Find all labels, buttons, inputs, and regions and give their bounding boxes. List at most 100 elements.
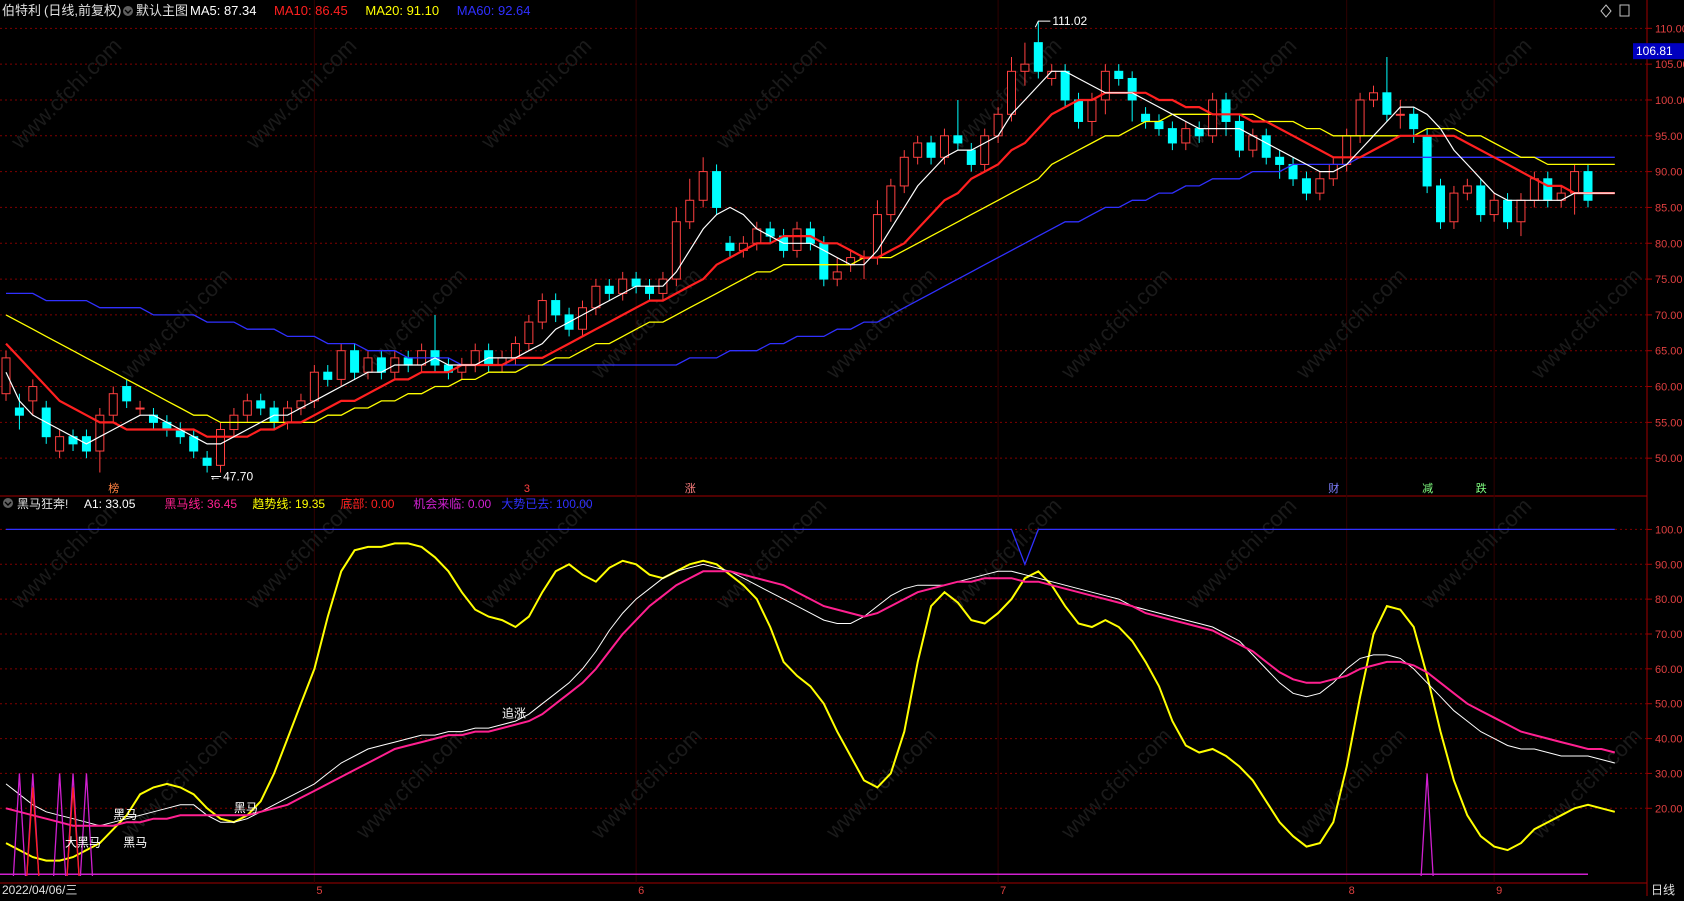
candle [1060,64,1070,108]
indicator-mark: 黑马 [113,808,137,822]
event-mark: 涨 [685,482,696,495]
candle [1462,178,1472,201]
candle [1476,178,1486,222]
candle-body [832,271,842,280]
candle-body [323,371,333,380]
candle-body [309,371,319,402]
candle-body [1234,120,1244,151]
candle-body [1060,70,1070,101]
candle [1543,171,1553,208]
diamond-icon[interactable] [1600,4,1612,18]
watermark-text: www.cfchi.com [585,723,706,844]
candle-body [1033,42,1043,72]
candle-body [1020,63,1030,72]
sub-chart-menu-icon[interactable] [3,498,13,508]
candle-body [1,357,11,395]
candle [913,135,923,165]
candle [350,343,360,380]
indicator-legend-item: 趋势线: 19.35 [252,497,325,511]
month-labels: 5 6 7 8 9 [316,885,1502,897]
candle [765,221,775,244]
watermark-text: www.cfchi.com [115,723,236,844]
stock-name[interactable]: 伯特利 [2,3,41,18]
main-chart-menu-icon[interactable] [123,6,133,16]
candle-body [1154,120,1164,130]
candle-body [1529,178,1539,201]
candle-body [28,386,38,402]
candle [1181,121,1191,151]
event-mark: 跌 [1476,481,1487,495]
candle-body [792,228,802,251]
candle [1208,92,1218,143]
candle-body [1167,128,1177,144]
ma-legend-item: MA10: 86.45 [274,3,348,18]
candle [403,350,413,373]
candle [1422,128,1432,194]
candle-body [1436,185,1446,223]
indicator-tick-label: 90.00 [1655,559,1683,571]
period-button-label[interactable]: 日线 [1651,883,1675,897]
candle [135,400,145,416]
price-tick-label: 100.00 [1655,95,1684,107]
price-tick-label: 60.00 [1655,382,1683,394]
candle [216,422,226,473]
candle-body [350,350,360,373]
candle [242,393,252,423]
maximize-icon[interactable] [1619,4,1630,17]
indicator-legend-item: A1: 33.05 [84,497,136,511]
candle-body [1301,178,1311,194]
candle-body [1489,199,1499,216]
chart-canvas: www.cfchi.com www.cfchi.com www.cfchi.com w… [0,0,1684,897]
candle-body [403,357,413,366]
indicator-mark: 追涨 [502,706,526,721]
candle-body [1194,128,1204,137]
price-tick-label: 65.00 [1655,346,1683,358]
candle [1127,71,1137,122]
candle-body [886,185,896,216]
candle-body [966,149,976,165]
candle-body [1315,178,1325,194]
candle-body [725,242,735,251]
ma-legend-item: MA5: 87.34 [190,3,257,18]
candle [510,336,520,366]
candle [430,314,440,373]
candle-body [256,400,266,409]
candle-body [1100,70,1110,101]
price-tick-label: 80.00 [1655,238,1683,250]
candle-body [14,407,24,416]
candle-body [336,350,346,380]
indicator-mark: 黑马 [234,801,258,815]
price-tick-label: 50.00 [1655,453,1683,465]
trend-gone-line [6,528,1615,567]
month-label: 9 [1496,885,1502,896]
indicator-tick-label: 40.00 [1655,734,1683,746]
candle [175,422,185,444]
price-axis: 110.00 105.00 100.00 95.00 90.00 85.00 80.00 75… [1633,23,1684,465]
candle-body [1208,99,1218,137]
bottom-spike [66,787,80,877]
candle-body [1409,113,1419,130]
indicator-lines [0,528,1616,877]
candle-body [135,407,145,410]
candle-body [913,142,923,158]
indicator-legend-item: 底部: 0.00 [340,496,394,511]
watermark-text: www.cfchi.com [1525,263,1646,384]
candle [296,393,306,416]
candle [1436,178,1446,229]
candle-body [953,135,963,144]
candle-body [1342,135,1352,165]
candle-body [926,142,936,158]
candle [1368,85,1378,108]
sub-chart-name[interactable]: 黑马狂奔! [17,497,68,511]
price-tick-label: 105.00 [1655,59,1684,71]
candle [725,236,735,258]
main-chart-name[interactable]: 默认主图 [136,3,188,18]
indicator-tick-label: 100.0 [1655,524,1683,536]
watermark-text: www.cfchi.com [240,493,361,614]
candle [886,178,896,222]
candle [1489,193,1499,222]
candlesticks [1,21,1593,473]
indicator-tick-label: 60.00 [1655,664,1683,676]
candle [926,135,936,165]
candle [162,415,172,437]
